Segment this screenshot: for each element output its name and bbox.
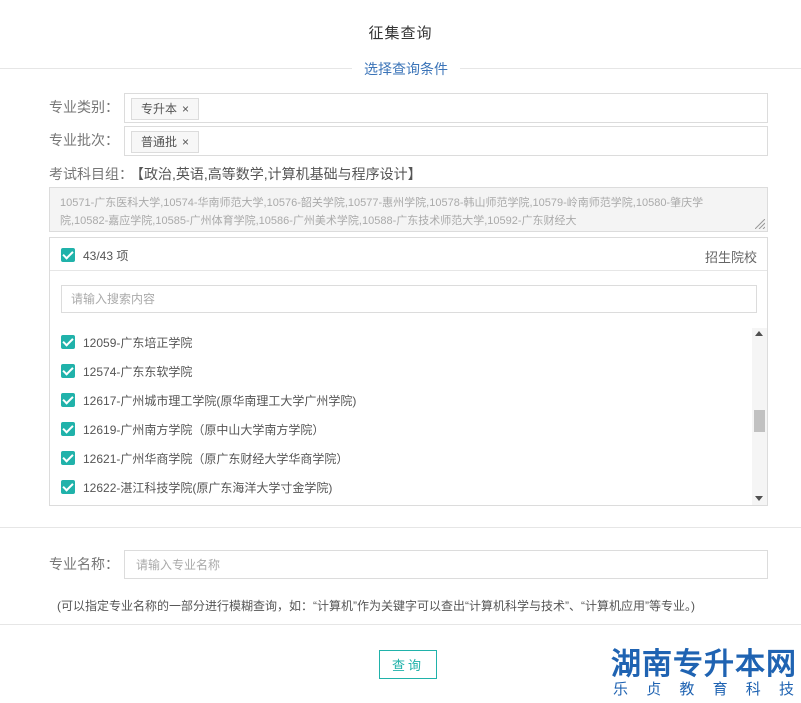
section-subtitle: 选择查询条件 bbox=[352, 59, 460, 79]
subjects-value: 【政治,英语,高等数学,计算机基础与程序设计】 bbox=[137, 166, 422, 182]
item-label: 12622-湛江科技学院(原广东海洋大学寸金学院) bbox=[83, 481, 333, 495]
list-item[interactable]: 12617-广州城市理工学院(原华南理工大学广州学院) bbox=[50, 386, 750, 415]
item-label: 12059-广东培正学院 bbox=[83, 336, 193, 350]
category-label: 专业类别： bbox=[49, 99, 119, 115]
list-item[interactable]: 12059-广东培正学院 bbox=[50, 328, 750, 357]
item-label: 12619-广州南方学院（原中山大学南方学院） bbox=[83, 423, 325, 437]
resize-handle-icon[interactable] bbox=[755, 219, 765, 229]
scroll-down-icon[interactable] bbox=[755, 496, 763, 501]
major-name-hint: (可以指定专业名称的一部分进行模糊查询，如：“计算机”作为关键字可以查出“计算机… bbox=[57, 599, 695, 613]
batch-select[interactable]: 普通批 × bbox=[124, 126, 768, 156]
watermark-logo-text: 湖南专升本网 bbox=[611, 647, 797, 682]
item-checkbox[interactable] bbox=[61, 480, 75, 494]
transfer-header-title: 招生院校 bbox=[704, 250, 757, 265]
subjects-label: 考试科目组： bbox=[49, 166, 133, 182]
watermark-char: 教 bbox=[679, 681, 695, 698]
schools-text: 10571-广东医科大学,10574-华南师范大学,10576-韶关学院,105… bbox=[60, 197, 704, 227]
item-label: 12574-广东东软学院 bbox=[83, 365, 193, 379]
watermark-char: 技 bbox=[778, 681, 794, 698]
item-label: 12621-广州华商学院（原广东财经大学华商学院） bbox=[83, 452, 349, 466]
batch-label: 专业批次： bbox=[49, 132, 119, 148]
list-item[interactable]: 12622-湛江科技学院(原广东海洋大学寸金学院) bbox=[50, 473, 750, 502]
batch-tag-remove-icon[interactable]: × bbox=[182, 132, 189, 152]
list-item[interactable]: 12621-广州华商学院（原广东财经大学华商学院） bbox=[50, 444, 750, 473]
selection-count: 43/43 项 bbox=[83, 249, 129, 263]
watermark-char: 乐 bbox=[613, 681, 629, 698]
major-name-label: 专业名称： bbox=[49, 556, 119, 572]
item-checkbox[interactable] bbox=[61, 335, 75, 349]
select-all-checkbox[interactable] bbox=[61, 248, 75, 262]
scroll-thumb[interactable] bbox=[754, 410, 765, 432]
watermark-char: 育 bbox=[712, 681, 728, 698]
batch-tag: 普通批 × bbox=[131, 131, 200, 153]
list-scrollbar[interactable] bbox=[752, 328, 767, 505]
item-checkbox[interactable] bbox=[61, 422, 75, 436]
item-label: 12617-广州城市理工学院(原华南理工大学广州学院) bbox=[83, 394, 357, 408]
category-tag-remove-icon[interactable]: × bbox=[182, 99, 189, 119]
school-transfer-panel: 43/43 项 招生院校 12059-广东培正学院 12574-广东东软学院 1… bbox=[49, 237, 768, 506]
watermark-char: 贞 bbox=[646, 681, 662, 698]
scroll-up-icon[interactable] bbox=[755, 331, 763, 336]
major-name-input[interactable] bbox=[124, 550, 768, 579]
watermark-char: 科 bbox=[745, 681, 761, 698]
category-tag-label: 专升本 bbox=[141, 102, 178, 116]
list-item[interactable]: 12619-广州南方学院（原中山大学南方学院） bbox=[50, 415, 750, 444]
watermark-subtitle: 乐 贞 教 育 科 技 bbox=[613, 678, 794, 699]
category-tag: 专升本 × bbox=[131, 98, 200, 120]
item-checkbox[interactable] bbox=[61, 451, 75, 465]
batch-tag-label: 普通批 bbox=[141, 135, 178, 149]
divider-middle bbox=[0, 527, 801, 528]
subjects-row: 考试科目组： 【政治,英语,高等数学,计算机基础与程序设计】 bbox=[49, 164, 422, 184]
item-checkbox[interactable] bbox=[61, 393, 75, 407]
school-search-input[interactable] bbox=[61, 285, 757, 313]
transfer-header: 43/43 项 招生院校 bbox=[50, 238, 767, 271]
list-item[interactable]: 12574-广东东软学院 bbox=[50, 357, 750, 386]
page-title: 征集查询 bbox=[368, 25, 433, 42]
category-select[interactable]: 专升本 × bbox=[124, 93, 768, 123]
item-checkbox[interactable] bbox=[61, 364, 75, 378]
schools-textarea[interactable]: 10571-广东医科大学,10574-华南师范大学,10576-韶关学院,105… bbox=[49, 187, 768, 232]
query-button[interactable]: 查询 bbox=[379, 650, 437, 679]
divider-bottom bbox=[0, 624, 801, 625]
